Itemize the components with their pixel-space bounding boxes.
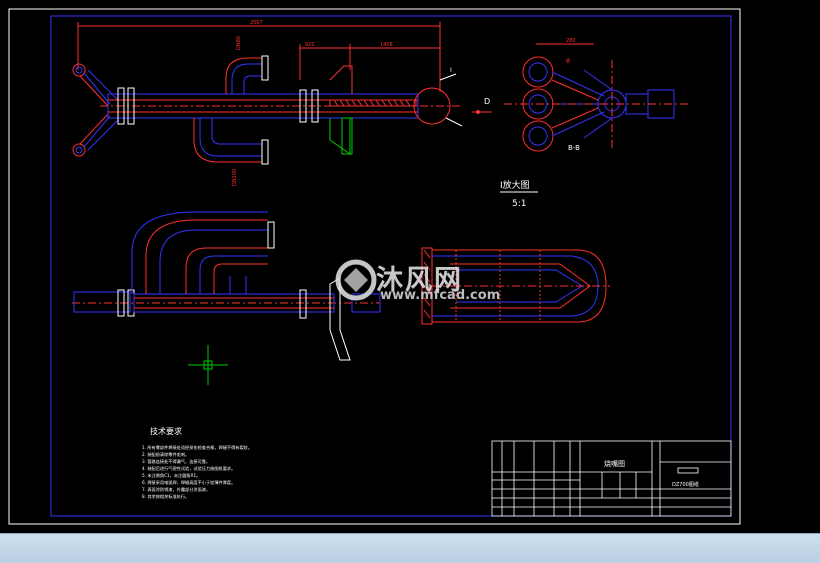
svg-text:280: 280 [566, 38, 576, 44]
title-block [491, 440, 732, 517]
tech-req-item: 8. 其余按相关标准执行。 [142, 493, 189, 500]
svg-text:2507: 2507 [250, 20, 263, 26]
drawing-title: 烧嘴图 [604, 459, 625, 468]
site-watermark: 沐风网 www.mfcad.com [334, 258, 514, 304]
tech-req-item: 6. 焊接采用电弧焊，焊缝高度不小于较薄件厚度。 [142, 479, 235, 486]
cad-viewport[interactable]: 2507 920 1408 DN80 DN100 I D 280 φ B-B I… [0, 0, 820, 533]
svg-text:DN100: DN100 [232, 169, 238, 186]
tech-req-item: 1. 所有零部件焊接处须经探伤检查合格，焊缝不得有裂纹。 [142, 444, 252, 451]
detail-view-label: I放大图 5:1 [500, 179, 538, 209]
svg-text:1408: 1408 [380, 42, 393, 48]
main-view: 2507 920 1408 DN80 DN100 I [72, 20, 463, 186]
section-b-label: B-B [568, 144, 580, 152]
cad-crosshair [188, 345, 228, 385]
section-marker-d: D [472, 97, 492, 114]
tech-req-item: 7. 表面涂防锈漆，外露部分涂面漆。 [142, 486, 210, 493]
watermark-logo-icon [335, 259, 377, 301]
detail-view-title: I放大图 [500, 179, 530, 191]
tech-req-title: 技术要求 [150, 426, 182, 436]
detail-view-scale: 5:1 [512, 199, 526, 209]
svg-text:φ: φ [566, 57, 570, 64]
tech-req-item: 3. 管路连接处不得漏气，连接可靠。 [142, 458, 210, 465]
detail-d-label: D [484, 97, 490, 106]
tech-req-item: 5. 未注倒角C1，未注圆角R1。 [142, 472, 200, 479]
watermark-url: www.mfcad.com [380, 288, 501, 303]
tech-req-item: 2. 装配前清除零件毛刺。 [142, 451, 189, 458]
svg-text:920: 920 [305, 42, 315, 48]
tech-requirements: 技术要求 1. 所有零部件焊接处须经探伤检查合格，焊缝不得有裂纹。 2. 装配前… [142, 426, 252, 500]
tech-req-item: 4. 装配后进行气密性试验，试验压力按图纸要求。 [142, 465, 235, 472]
status-bar [0, 533, 820, 563]
svg-text:DN80: DN80 [236, 36, 242, 50]
title-block-company: DZ700图纸 [672, 481, 699, 488]
end-view: 280 φ B-B [504, 38, 690, 152]
section-mark-label: I [450, 67, 452, 74]
